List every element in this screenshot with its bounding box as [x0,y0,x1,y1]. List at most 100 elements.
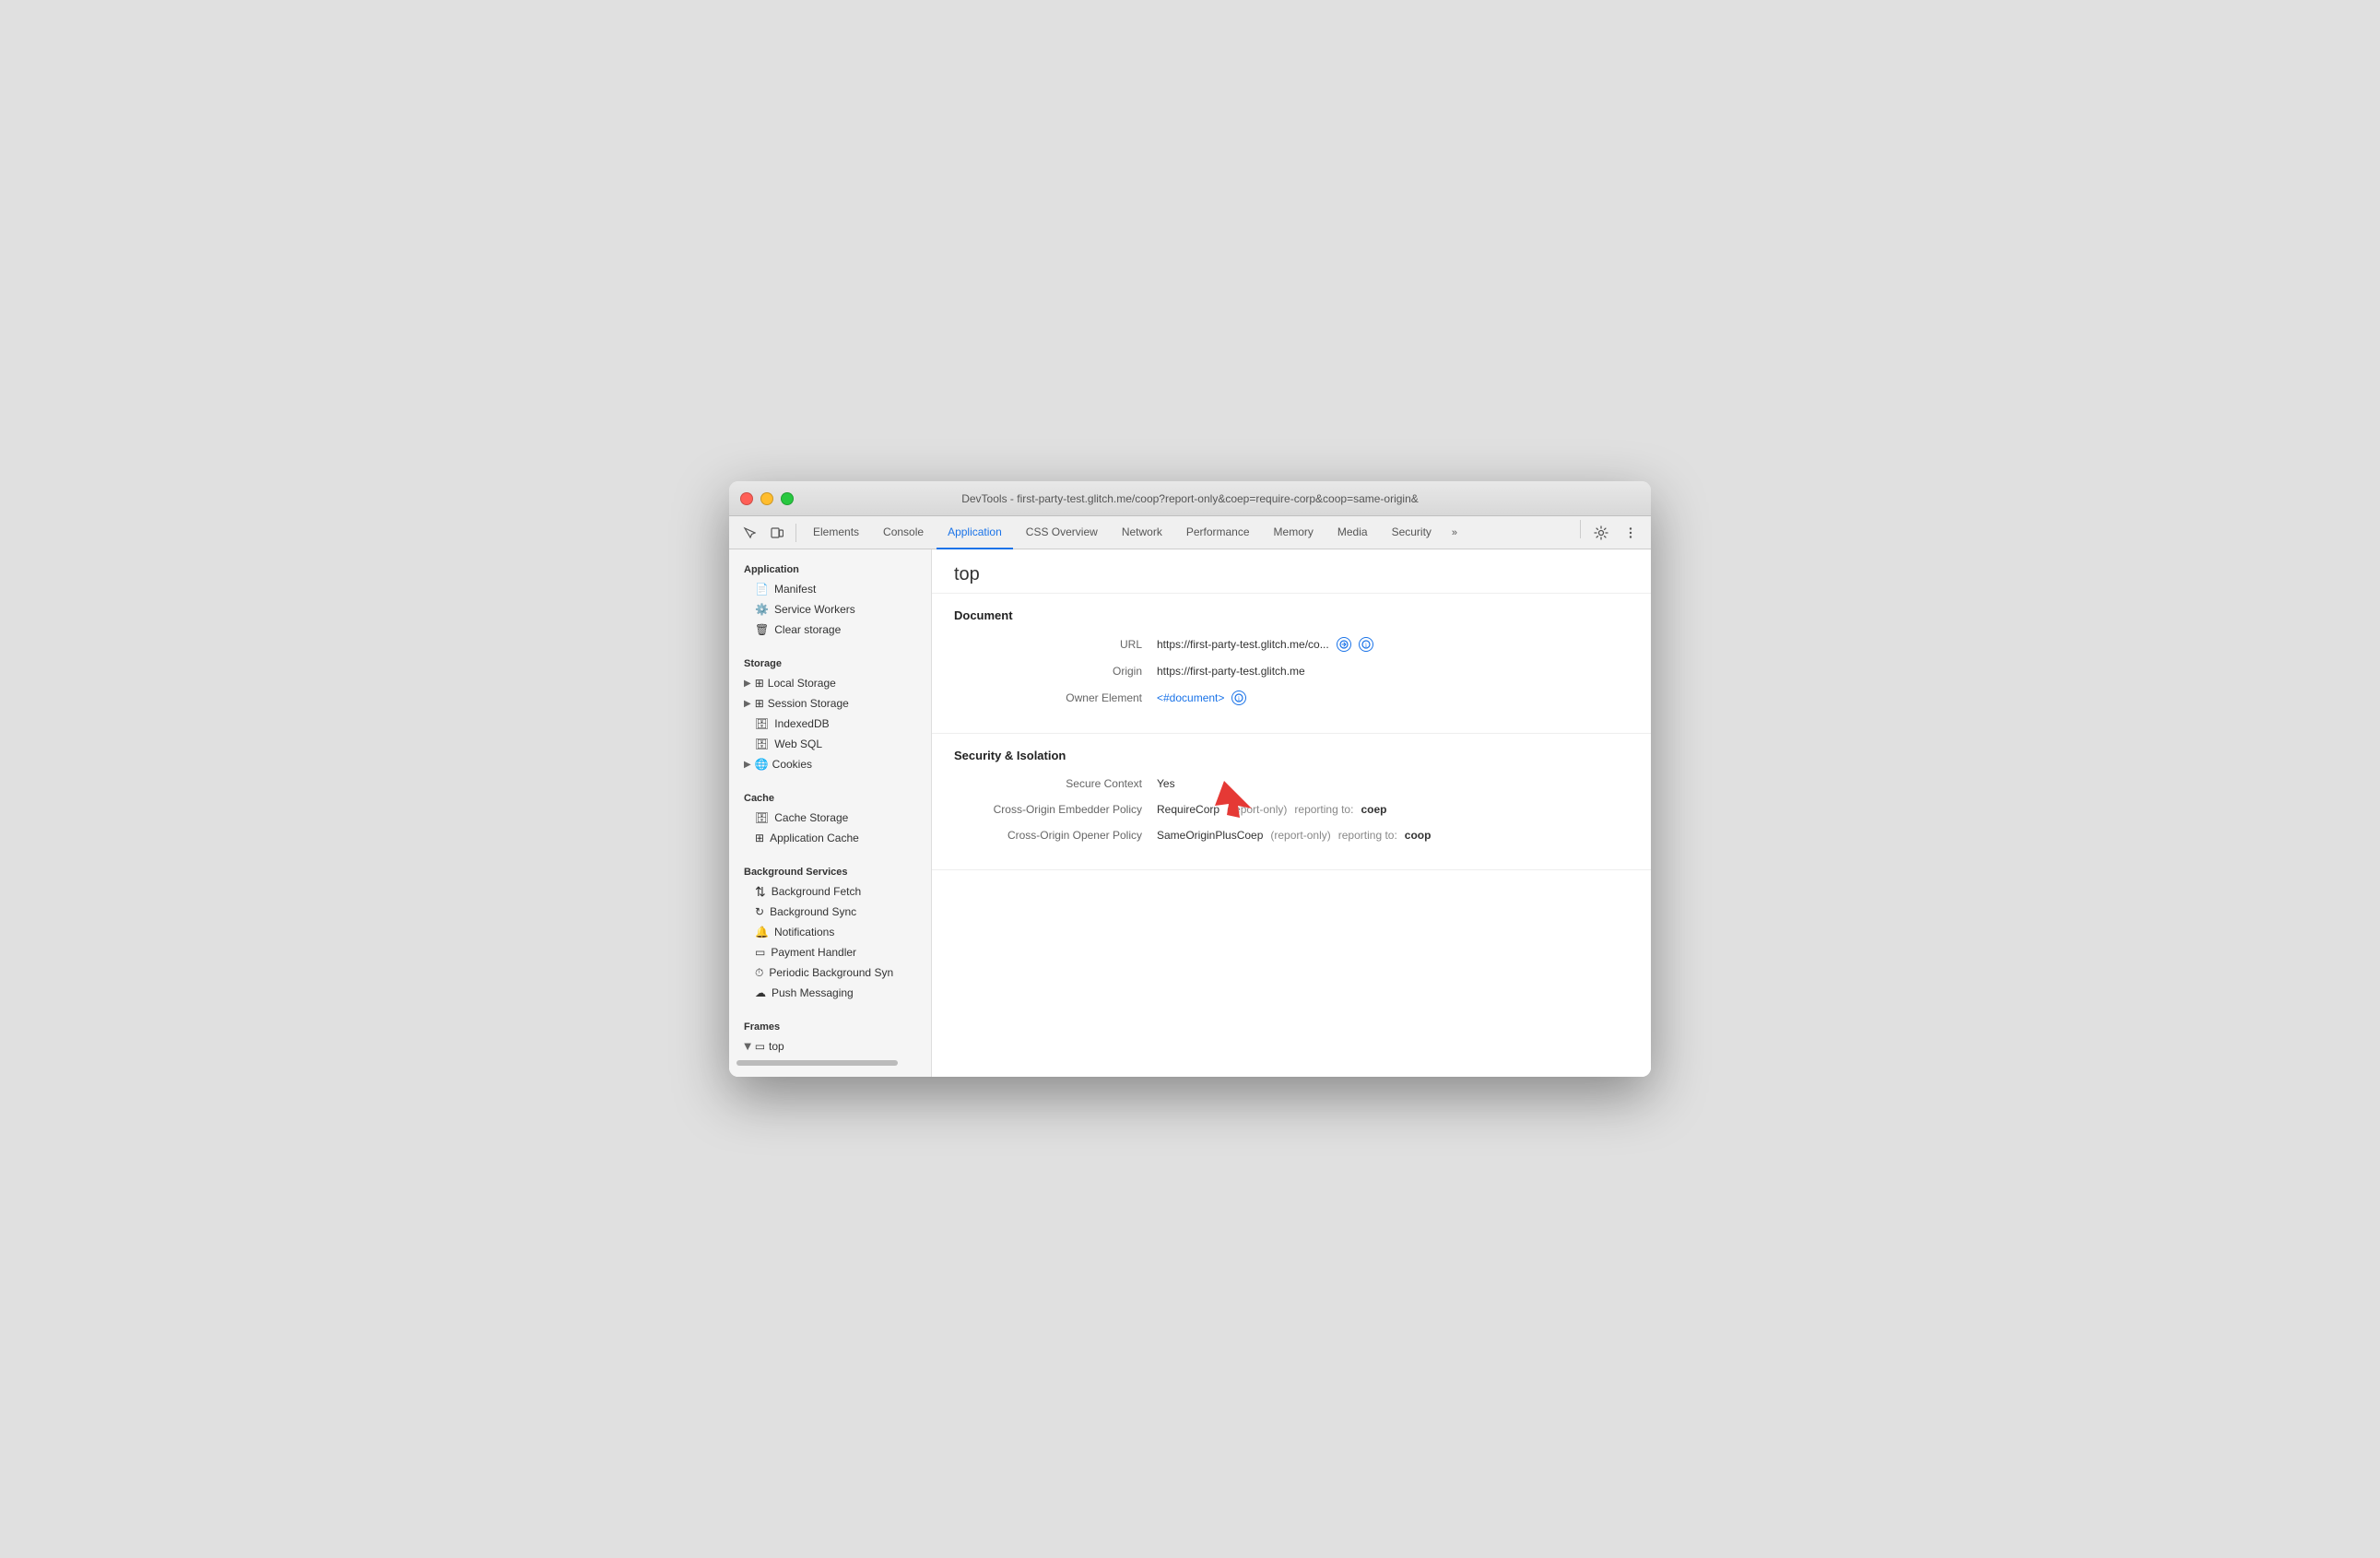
sidebar-item-indexed-db[interactable]: 🗄 IndexedDB [729,714,931,734]
sidebar: Application 📄 Manifest ⚙️ Service Worker… [729,549,932,1077]
frames-top-icon: ▭ [755,1040,765,1053]
sidebar-item-service-workers[interactable]: ⚙️ Service Workers [729,599,931,620]
background-fetch-icon: ⇅ [755,884,766,900]
divider-1 [729,640,931,651]
expand-arrow-frames-top: ▶ [742,1043,752,1050]
sidebar-item-background-sync[interactable]: ↻ Background Sync [729,902,931,922]
application-cache-icon: ⊞ [755,832,764,844]
expand-arrow-local-storage: ▶ [744,679,751,689]
application-section-title: Application [729,557,931,579]
document-section-title: Document [954,608,1629,622]
security-section: Security & Isolation Secure Context Yes [932,734,1651,870]
sidebar-item-frames-top[interactable]: ▶ ▭ top [729,1036,931,1056]
red-arrow-annotation [1210,776,1256,820]
main-content: top Document URL https://first-party-tes… [932,549,1651,1077]
background-services-section-title: Background Services [729,859,931,881]
session-storage-icon: ⊞ [755,697,764,710]
devtools-body: Application 📄 Manifest ⚙️ Service Worker… [729,549,1651,1077]
url-info-icon[interactable]: i [1359,637,1373,652]
tab-elements[interactable]: Elements [802,516,870,549]
url-row: URL https://first-party-test.glitch.me/c… [954,637,1629,652]
sidebar-item-push-messaging[interactable]: ☁ Push Messaging [729,983,931,1003]
tab-application[interactable]: Application [937,516,1013,549]
sidebar-item-payment-handler[interactable]: ▭ Payment Handler [729,942,931,962]
cursor-icon[interactable] [736,520,762,546]
more-options-icon[interactable] [1618,520,1644,546]
security-section-title: Security & Isolation [954,749,1629,762]
url-navigate-icon[interactable] [1337,637,1351,652]
secure-context-label: Secure Context [954,777,1157,790]
close-button[interactable] [740,492,753,505]
payment-handler-icon: ▭ [755,946,765,959]
divider-2 [729,774,931,785]
secure-context-value: Yes [1157,777,1183,790]
tab-security[interactable]: Security [1381,516,1443,549]
tab-network[interactable]: Network [1111,516,1173,549]
coop-value: SameOriginPlusCoep (report-only) reporti… [1157,829,1431,842]
notifications-icon: 🔔 [755,926,769,938]
sidebar-item-manifest[interactable]: 📄 Manifest [729,579,931,599]
sidebar-item-local-storage[interactable]: ▶ ⊞ Local Storage [729,673,931,693]
origin-value: https://first-party-test.glitch.me [1157,665,1305,678]
right-separator [1580,520,1581,538]
devtools-tabs-bar: Elements Console Application CSS Overvie… [729,516,1651,549]
maximize-button[interactable] [781,492,794,505]
divider-3 [729,848,931,859]
window-title: DevTools - first-party-test.glitch.me/co… [961,492,1419,505]
titlebar: DevTools - first-party-test.glitch.me/co… [729,481,1651,516]
devtools-right-icons [1576,520,1644,546]
coep-label: Cross-Origin Embedder Policy [954,803,1157,816]
storage-section-title: Storage [729,651,931,673]
sidebar-item-cache-storage[interactable]: 🗄 Cache Storage [729,808,931,828]
owner-element-label: Owner Element [954,691,1157,704]
page-title: top [932,549,1651,594]
tab-media[interactable]: Media [1326,516,1379,549]
owner-element-row: Owner Element <#document> i [954,690,1629,705]
service-workers-icon: ⚙️ [755,603,769,616]
tab-separator [795,524,796,542]
sidebar-item-notifications[interactable]: 🔔 Notifications [729,922,931,942]
more-tabs-button[interactable]: » [1444,516,1465,549]
divider-4 [729,1003,931,1014]
coep-row: Cross-Origin Embedder Policy RequireCorp… [954,803,1629,816]
sidebar-item-periodic-background-sync[interactable]: ⏱ Periodic Background Syn [729,962,931,983]
sidebar-item-background-fetch[interactable]: ⇅ Background Fetch [729,881,931,902]
indexed-db-icon: 🗄 [755,717,769,730]
sidebar-scrollbar[interactable] [736,1060,898,1066]
owner-element-link[interactable]: <#document> [1157,691,1224,704]
svg-text:i: i [1365,642,1367,649]
devtools-window: DevTools - first-party-test.glitch.me/co… [729,481,1651,1077]
sidebar-item-session-storage[interactable]: ▶ ⊞ Session Storage [729,693,931,714]
tab-performance[interactable]: Performance [1175,516,1261,549]
sidebar-item-application-cache[interactable]: ⊞ Application Cache [729,828,931,848]
frames-section-title: Frames [729,1014,931,1036]
owner-element-info-icon[interactable]: i [1231,690,1246,705]
web-sql-icon: 🗄 [755,738,769,750]
sidebar-item-cookies[interactable]: ▶ 🌐 Cookies [729,754,931,774]
local-storage-icon: ⊞ [755,677,764,690]
expand-arrow-session-storage: ▶ [744,699,751,709]
sidebar-item-clear-storage[interactable]: 🗑 Clear storage [729,620,931,640]
background-sync-icon: ↻ [755,905,764,918]
settings-icon[interactable] [1588,520,1614,546]
sidebar-item-web-sql[interactable]: 🗄 Web SQL [729,734,931,754]
secure-context-row: Secure Context Yes [954,777,1629,790]
cache-storage-icon: 🗄 [755,811,769,824]
owner-element-value: <#document> i [1157,690,1246,705]
url-value: https://first-party-test.glitch.me/co...… [1157,637,1373,652]
device-icon[interactable] [764,520,790,546]
origin-label: Origin [954,665,1157,678]
coop-label: Cross-Origin Opener Policy [954,829,1157,842]
tab-memory[interactable]: Memory [1263,516,1325,549]
traffic-lights [740,492,794,505]
url-label: URL [954,638,1157,651]
periodic-background-sync-icon: ⏱ [755,966,763,980]
minimize-button[interactable] [760,492,773,505]
expand-arrow-cookies: ▶ [744,760,751,770]
coop-row: Cross-Origin Opener Policy SameOriginPlu… [954,829,1629,842]
cache-section-title: Cache [729,785,931,808]
push-messaging-icon: ☁ [755,986,766,999]
clear-storage-icon: 🗑 [755,623,769,636]
tab-css-overview[interactable]: CSS Overview [1015,516,1109,549]
tab-console[interactable]: Console [872,516,935,549]
